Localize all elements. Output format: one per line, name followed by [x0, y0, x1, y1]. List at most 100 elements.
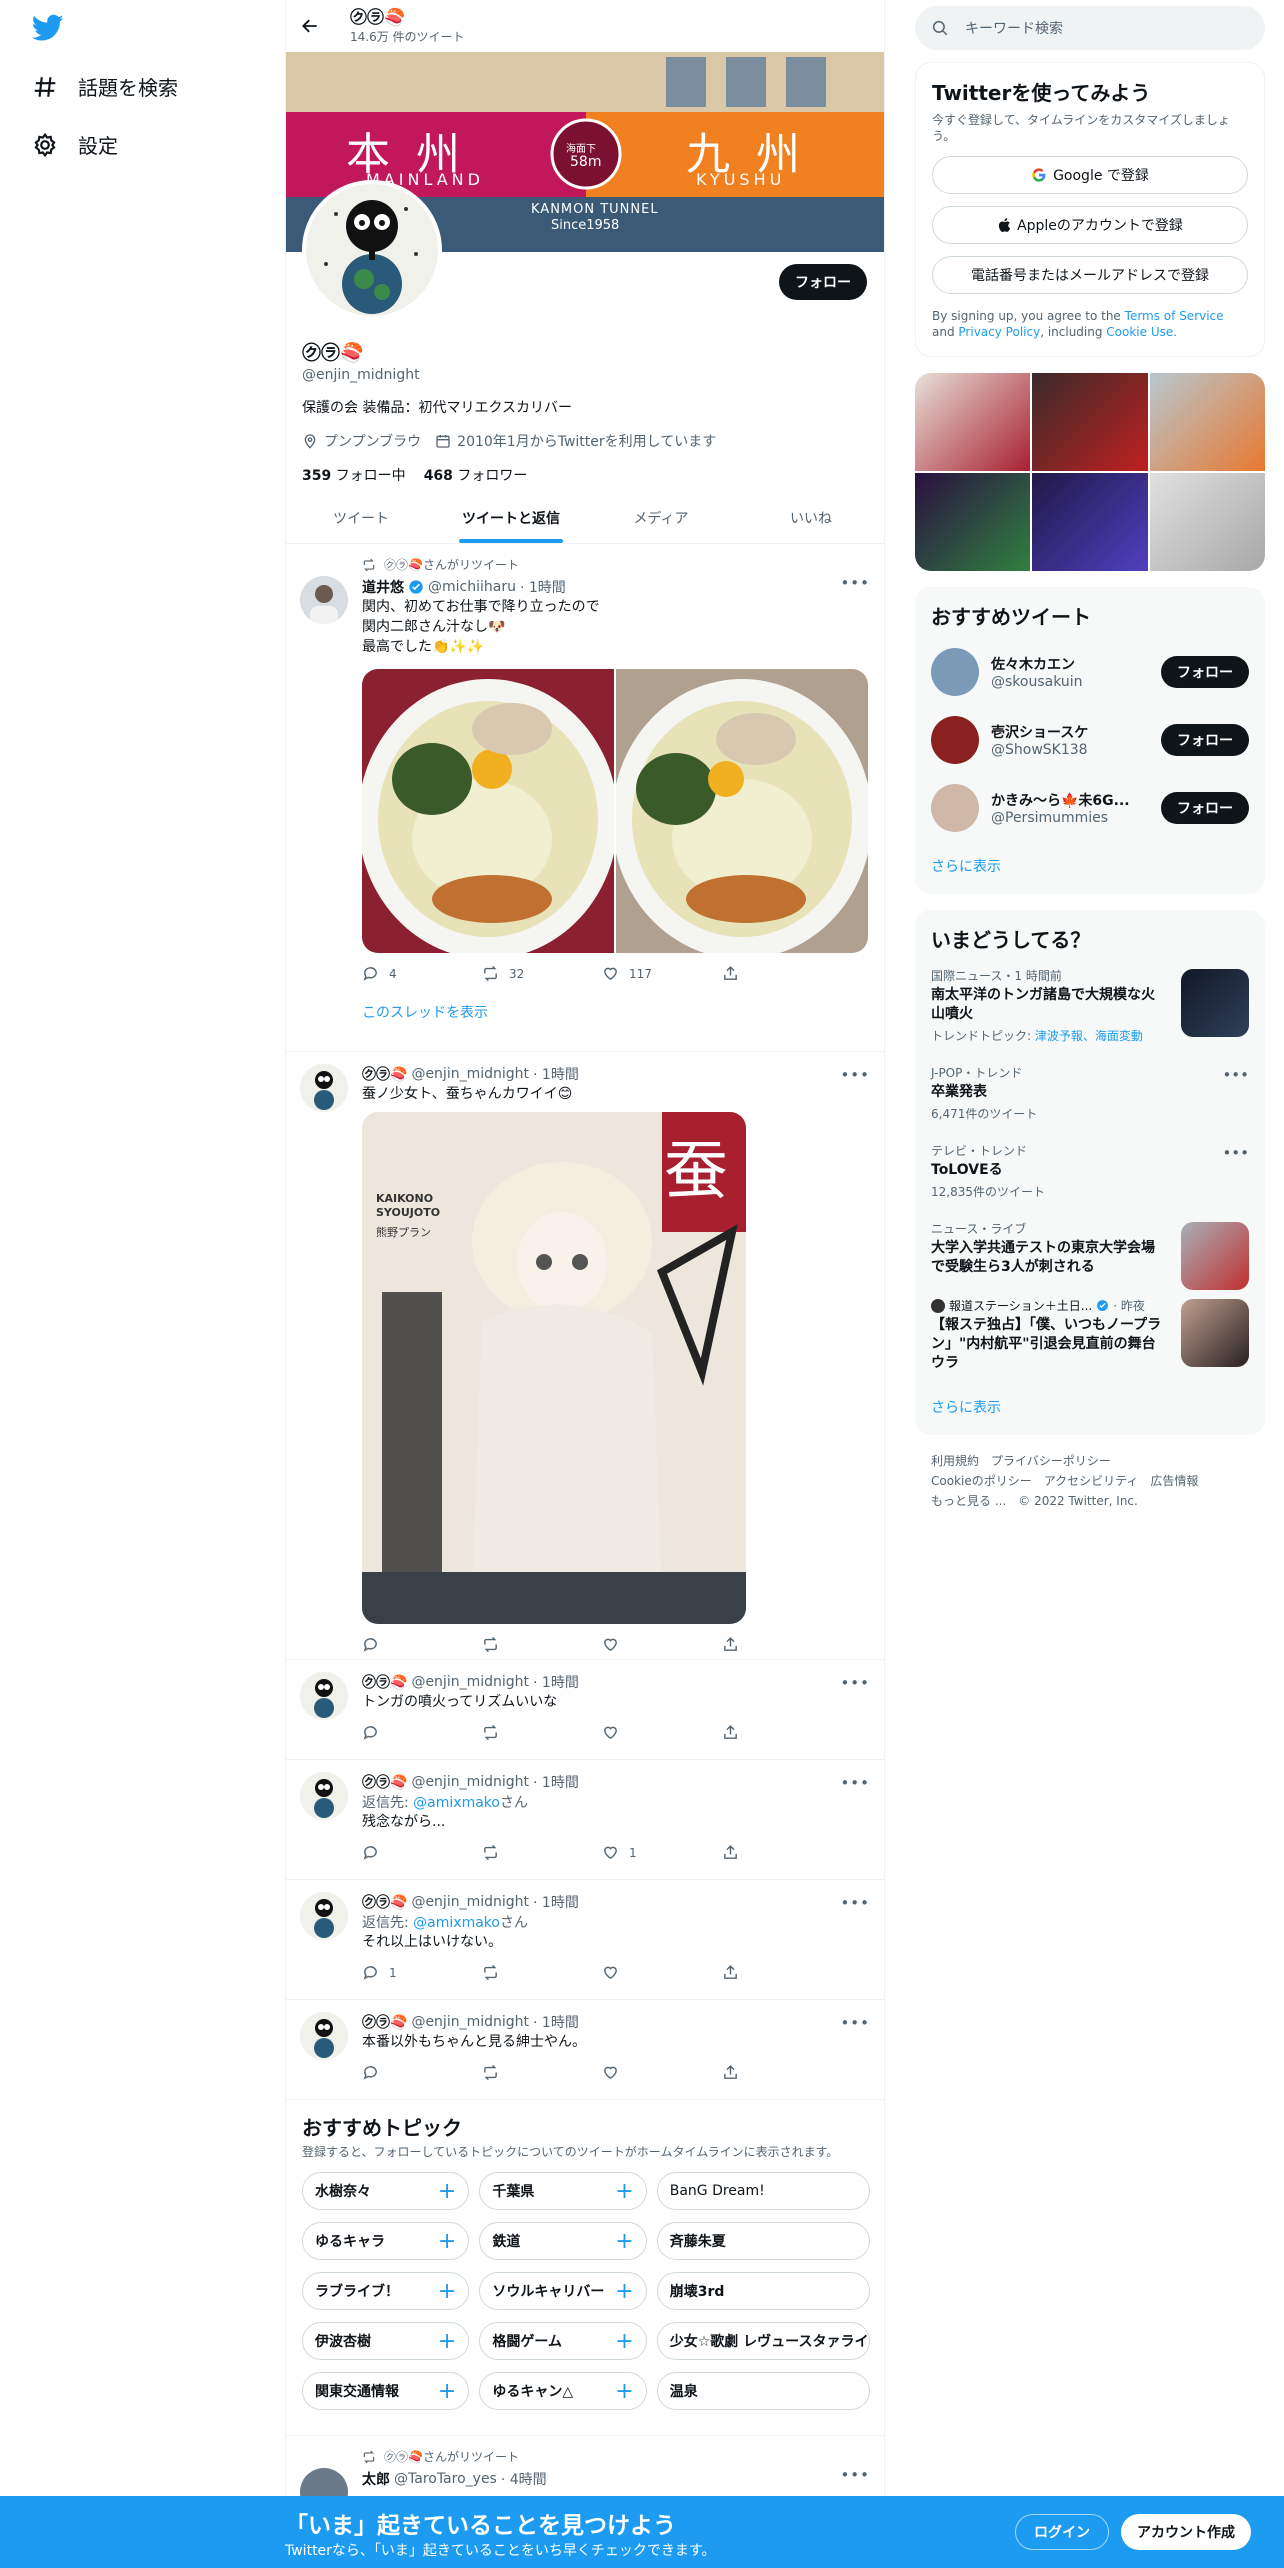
plus-icon[interactable]: +	[438, 2229, 456, 2254]
avatar[interactable]	[300, 1672, 348, 1720]
trend-item[interactable]: 国際ニュース・1 時間前 南太平洋のトンガ諸島で大規模な火山噴火 トレンドトピッ…	[915, 957, 1265, 1054]
topic-chip[interactable]: 鉄道 +	[479, 2222, 647, 2260]
trend-thumbnail[interactable]	[1181, 1299, 1249, 1367]
media-thumbnail[interactable]	[1032, 373, 1148, 471]
suggested-user[interactable]: 佐々木カエン @skousakuin フォロー	[915, 638, 1265, 706]
plus-icon[interactable]: +	[438, 2379, 456, 2404]
share-button[interactable]	[722, 2064, 782, 2081]
nav-settings[interactable]: 設定	[32, 130, 118, 159]
reply-to-handle[interactable]: @amixmako	[413, 1795, 500, 1811]
retweet-button[interactable]	[482, 1636, 542, 1653]
author-name[interactable]: 道井悠	[362, 577, 404, 597]
reply-button[interactable]: 4	[362, 965, 422, 982]
ramen-photo-2[interactable]	[616, 669, 868, 953]
plus-icon[interactable]: +	[615, 2329, 633, 2354]
tweet[interactable]: ㋗㋶🍣 @enjin_midnight · 1時間 ••• 返信先: @amix…	[286, 1880, 884, 2000]
privacy-link[interactable]: Privacy Policy	[958, 325, 1040, 339]
trend-item[interactable]: テレビ・トレンド ToLOVEる 12,835件のツイート •••	[915, 1132, 1265, 1210]
author-handle[interactable]: @enjin_midnight	[411, 1774, 529, 1790]
author-handle[interactable]: @enjin_midnight	[411, 1066, 529, 1082]
show-more-link[interactable]: さらに表示	[915, 1383, 1265, 1435]
author-handle[interactable]: @michiiharu	[428, 579, 516, 595]
like-button[interactable]	[602, 1964, 662, 1981]
avatar[interactable]	[300, 1772, 348, 1820]
avatar[interactable]	[931, 784, 979, 832]
tab-tweets[interactable]: ツイート	[286, 492, 436, 543]
topic-chip[interactable]: 崩壊3rd	[656, 2272, 870, 2310]
topic-chip[interactable]: 水樹奈々 +	[302, 2172, 470, 2210]
trend-item[interactable]: J-POP・トレンド 卒業発表 6,471件のツイート •••	[915, 1054, 1265, 1132]
tweet-time[interactable]: · 1時間	[533, 1892, 579, 1912]
tab-tweets-replies[interactable]: ツイートと返信	[436, 492, 586, 543]
author-name[interactable]: ㋗㋶🍣	[362, 1672, 407, 1692]
topic-chip[interactable]: 斉藤朱夏	[656, 2222, 870, 2260]
suggested-user[interactable]: かきみ～ら🍁未6G... @Persimummies フォロー	[915, 774, 1265, 842]
tab-media[interactable]: メディア	[586, 492, 736, 543]
trend-item[interactable]: ニュース・ライブ 大学入学共通テストの東京大学会場で受験生ら3人が刺される	[915, 1210, 1265, 1290]
avatar[interactable]	[931, 648, 979, 696]
tweet-time[interactable]: · 1時間	[520, 577, 566, 597]
media-thumbnail[interactable]	[1149, 473, 1265, 571]
share-button[interactable]	[722, 1844, 782, 1861]
author-handle[interactable]: @enjin_midnight	[411, 2014, 529, 2030]
retweet-button[interactable]: 32	[482, 965, 542, 982]
tweet-media[interactable]	[362, 669, 868, 953]
more-options-icon[interactable]: •••	[840, 574, 870, 592]
followers-link[interactable]: 468 フォロワー	[424, 465, 528, 485]
topic-chip[interactable]: 格闘ゲーム +	[479, 2322, 647, 2360]
avatar[interactable]	[300, 2012, 348, 2060]
terms-link[interactable]: Terms of Service	[1125, 309, 1224, 323]
retweet-button[interactable]	[482, 1724, 542, 1741]
login-button[interactable]: ログイン	[1015, 2514, 1109, 2550]
avatar[interactable]	[300, 576, 348, 624]
tab-likes[interactable]: いいね	[736, 492, 884, 543]
media-thumbnail[interactable]	[915, 473, 1031, 571]
author-name[interactable]: ㋗㋶🍣	[362, 1064, 407, 1084]
reply-button[interactable]	[362, 1724, 422, 1741]
author-handle[interactable]: @enjin_midnight	[411, 1674, 529, 1690]
plus-icon[interactable]: +	[615, 2279, 633, 2304]
footer-link[interactable]: プライバシーポリシー	[991, 1454, 1111, 1468]
tweet[interactable]: ㋗㋶🍣 @enjin_midnight · 1時間 ••• 蚕ノ少女ト、蚕ちゃん…	[286, 1052, 884, 1660]
follow-button[interactable]: フォロー	[1161, 724, 1249, 756]
footer-link[interactable]: アクセシビリティ	[1044, 1474, 1139, 1488]
tweet[interactable]: ㋗㋶🍣 @enjin_midnight · 1時間 ••• トンガの噴火ってリズ…	[286, 1660, 884, 1760]
trend-extra-links[interactable]: 津波予報、海面変動	[1035, 1029, 1143, 1043]
like-button[interactable]	[602, 1636, 662, 1653]
nav-explore[interactable]: 話題を検索	[32, 72, 178, 101]
like-button[interactable]: 1	[602, 1844, 662, 1861]
share-button[interactable]	[722, 1724, 782, 1741]
retweet-button[interactable]	[482, 2064, 542, 2081]
author-name[interactable]: 太郎	[362, 2469, 390, 2489]
apple-signup-button[interactable]: Appleのアカウントで登録	[932, 206, 1248, 244]
like-button[interactable]: 117	[602, 965, 662, 982]
trend-thumbnail[interactable]	[1181, 969, 1249, 1037]
tweet-time[interactable]: · 1時間	[533, 1064, 579, 1084]
reply-to-handle[interactable]: @amixmako	[413, 1915, 500, 1931]
follow-button[interactable]: フォロー	[1161, 656, 1249, 688]
profile-avatar[interactable]	[302, 180, 442, 320]
footer-link[interactable]: もっと見る ...	[931, 1494, 1006, 1508]
tweet[interactable]: ㋗㋶🍣さんがリツイート 道井悠 @michiiharu · 1時間 ••• 関内…	[286, 544, 884, 1052]
topic-chip[interactable]: ゆるキャラ +	[302, 2222, 470, 2260]
reply-button[interactable]	[362, 1636, 422, 1653]
share-button[interactable]	[722, 965, 782, 982]
tweet-media[interactable]: 蚕 KAIKONO SYOUJOTO 熊野プラン	[362, 1112, 746, 1624]
reply-button[interactable]	[362, 2064, 422, 2081]
avatar[interactable]	[300, 1892, 348, 1940]
ramen-photo-1[interactable]	[362, 669, 614, 953]
like-button[interactable]	[602, 2064, 662, 2081]
tweet-time[interactable]: · 4時間	[501, 2469, 547, 2489]
tweet[interactable]: ㋗㋶🍣 @enjin_midnight · 1時間 ••• 返信先: @amix…	[286, 1760, 884, 1880]
topic-chip[interactable]: ソウルキャリバー +	[479, 2272, 647, 2310]
more-options-icon[interactable]: •••	[840, 1066, 870, 1084]
author-handle[interactable]: @enjin_midnight	[411, 1894, 529, 1910]
plus-icon[interactable]: +	[438, 2179, 456, 2204]
more-options-icon[interactable]: •••	[840, 1894, 870, 1912]
plus-icon[interactable]: +	[615, 2379, 633, 2404]
trend-thumbnail[interactable]	[1181, 1222, 1249, 1290]
show-more-link[interactable]: さらに表示	[915, 842, 1265, 894]
tweet-time[interactable]: · 1時間	[533, 1772, 579, 1792]
more-options-icon[interactable]: •••	[840, 2014, 870, 2032]
plus-icon[interactable]: +	[438, 2279, 456, 2304]
